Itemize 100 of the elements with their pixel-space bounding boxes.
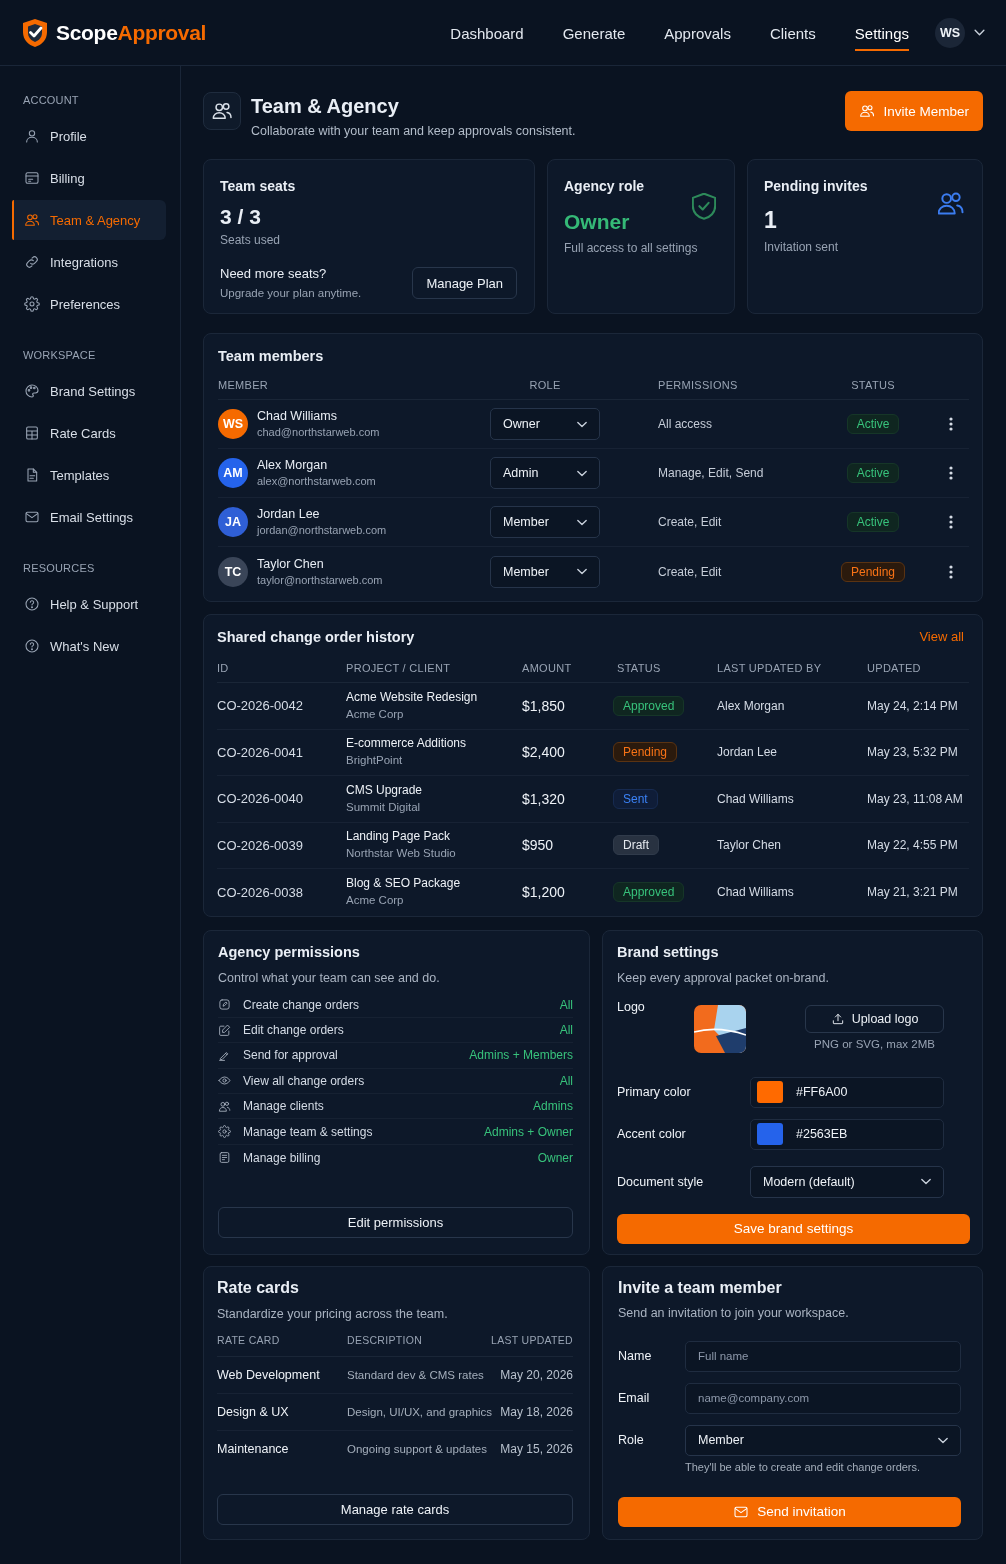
text-field[interactable]: name@company.com <box>685 1382 961 1414</box>
gear-icon <box>24 296 40 312</box>
edit-icon <box>218 1023 231 1037</box>
field-label: Accent color <box>617 1126 687 1142</box>
sidebar-item[interactable]: Templates <box>12 455 166 495</box>
card-title: Shared change order history <box>217 628 415 646</box>
member-avatar: TC <box>218 556 248 587</box>
updated-time: May 23, 11:08 AM <box>867 791 964 806</box>
status-badge: Active <box>846 512 900 532</box>
role-select[interactable]: Member <box>490 555 600 588</box>
updated-time: May 24, 2:14 PM <box>867 698 959 713</box>
field-label: Role <box>618 1432 645 1448</box>
kebab-menu-icon[interactable] <box>949 515 953 529</box>
sidebar-item[interactable]: Billing <box>12 158 166 198</box>
sidebar-item[interactable]: What's New <box>12 626 166 666</box>
users-icon <box>203 92 241 130</box>
nav-tab[interactable]: Settings <box>854 14 909 51</box>
rate-card-description: Ongoing support & updates <box>347 1443 489 1455</box>
document-style-select[interactable]: Modern (default) <box>750 1165 944 1198</box>
upload-icon <box>830 1011 845 1026</box>
color-field[interactable]: #FF6A00 <box>750 1076 944 1108</box>
column-header: MEMBER <box>218 379 270 392</box>
member-email: chad@northstarweb.com <box>257 425 380 440</box>
logo-preview-drawing <box>694 1004 746 1053</box>
permissions-text: Manage, Edit, Send <box>658 466 765 480</box>
nav-tab[interactable]: Generate <box>562 14 626 51</box>
nav-tab[interactable]: Clients <box>769 14 816 51</box>
color-field[interactable]: #2563EB <box>750 1118 944 1150</box>
user-avatar[interactable]: WS <box>935 17 965 48</box>
eye-icon <box>218 1074 231 1088</box>
kebab-menu-icon[interactable] <box>949 466 953 480</box>
member-avatar: AM <box>218 458 248 488</box>
help-icon <box>24 596 40 612</box>
permissions-text: Create, Edit <box>658 515 723 529</box>
stat-caption: Full access to all settings <box>564 240 699 256</box>
stat-value: Owner <box>564 210 630 234</box>
sidebar-item[interactable]: Help & Support <box>12 584 166 624</box>
member-avatar: WS <box>218 409 248 439</box>
sidebar-item[interactable]: Preferences <box>12 284 166 324</box>
order-id: CO-2026-0040 <box>217 791 304 807</box>
table-icon <box>24 425 40 441</box>
permissions-text: All access <box>658 417 714 431</box>
users-icon <box>938 192 964 215</box>
manage-rate-cards-button[interactable]: Manage rate cards <box>217 1493 573 1525</box>
role-select[interactable]: Owner <box>490 408 600 440</box>
updated-by: Taylor Chen <box>717 838 783 853</box>
manage-plan-button[interactable]: Manage Plan <box>412 267 517 299</box>
member-email: jordan@northstarweb.com <box>257 523 387 538</box>
sidebar-item[interactable]: Team & Agency <box>12 200 166 240</box>
order-id: CO-2026-0038 <box>217 884 304 900</box>
nav-tab[interactable]: Dashboard <box>450 14 524 51</box>
permissions-text: Create, Edit <box>658 564 723 579</box>
project-name: Landing Page Pack <box>346 829 452 845</box>
chevron-down-icon[interactable] <box>974 29 985 36</box>
column-header: AMOUNT <box>522 662 573 675</box>
nav-tab[interactable]: Approvals <box>664 14 731 51</box>
amount: $1,320 <box>522 790 566 807</box>
kebab-menu-icon[interactable] <box>949 564 953 579</box>
view-all-link[interactable]: View all <box>919 628 964 646</box>
rate-card-date: May 20, 2026 <box>500 1367 573 1382</box>
role-select[interactable]: Member <box>685 1424 961 1456</box>
sidebar-item[interactable]: Email Settings <box>12 497 166 537</box>
amount: $1,200 <box>522 884 566 901</box>
permission-label: Send for approval <box>243 1048 338 1063</box>
status-badge: Approved <box>613 882 685 903</box>
member-email: alex@northstarweb.com <box>257 474 376 489</box>
member-name: Alex Morgan <box>257 457 329 473</box>
client-name: Northstar Web Studio <box>346 846 457 862</box>
stat-caption: Invitation sent <box>764 239 840 255</box>
rate-card-description: Design, UI/UX, and graphics <box>347 1405 494 1418</box>
sidebar-section-label: WORKSPACE <box>22 348 97 362</box>
edit-permissions-button[interactable]: Edit permissions <box>218 1206 573 1238</box>
palette-icon <box>24 383 40 399</box>
updated-by: Chad Williams <box>717 791 795 806</box>
chevron-down-icon <box>921 1178 931 1185</box>
rate-card-date: May 15, 2026 <box>500 1442 573 1456</box>
permission-label: Create change orders <box>243 997 360 1012</box>
column-header: RATE CARD <box>217 1333 281 1347</box>
chevron-down-icon <box>577 469 587 477</box>
field-label: Primary color <box>617 1084 692 1100</box>
page-subtitle: Collaborate with your team and keep approvals consistent. <box>251 123 576 139</box>
card-subtitle: Standardize your pricing across the team. <box>217 1305 449 1322</box>
kebab-menu-icon[interactable] <box>949 417 953 431</box>
field-label: Name <box>618 1348 653 1364</box>
text-field[interactable]: Full name <box>685 1340 961 1372</box>
updated-by: Jordan Lee <box>717 745 779 760</box>
amount: $950 <box>522 837 555 854</box>
page-title: Team & Agency <box>251 94 400 118</box>
sidebar-item[interactable]: Brand Settings <box>12 371 166 411</box>
shield-check-icon <box>692 193 716 220</box>
sidebar-item[interactable]: Rate Cards <box>12 413 166 453</box>
role-select[interactable]: Member <box>490 506 600 538</box>
upload-logo-button[interactable]: Upload logo <box>805 1004 944 1033</box>
permission-access: Owner <box>537 1150 573 1165</box>
member-avatar: JA <box>218 507 248 537</box>
users-icon <box>24 212 40 228</box>
sidebar-item[interactable]: Integrations <box>12 242 166 282</box>
sidebar-item[interactable]: Profile <box>12 116 166 156</box>
document-icon <box>24 467 40 483</box>
role-select[interactable]: Admin <box>490 457 600 489</box>
